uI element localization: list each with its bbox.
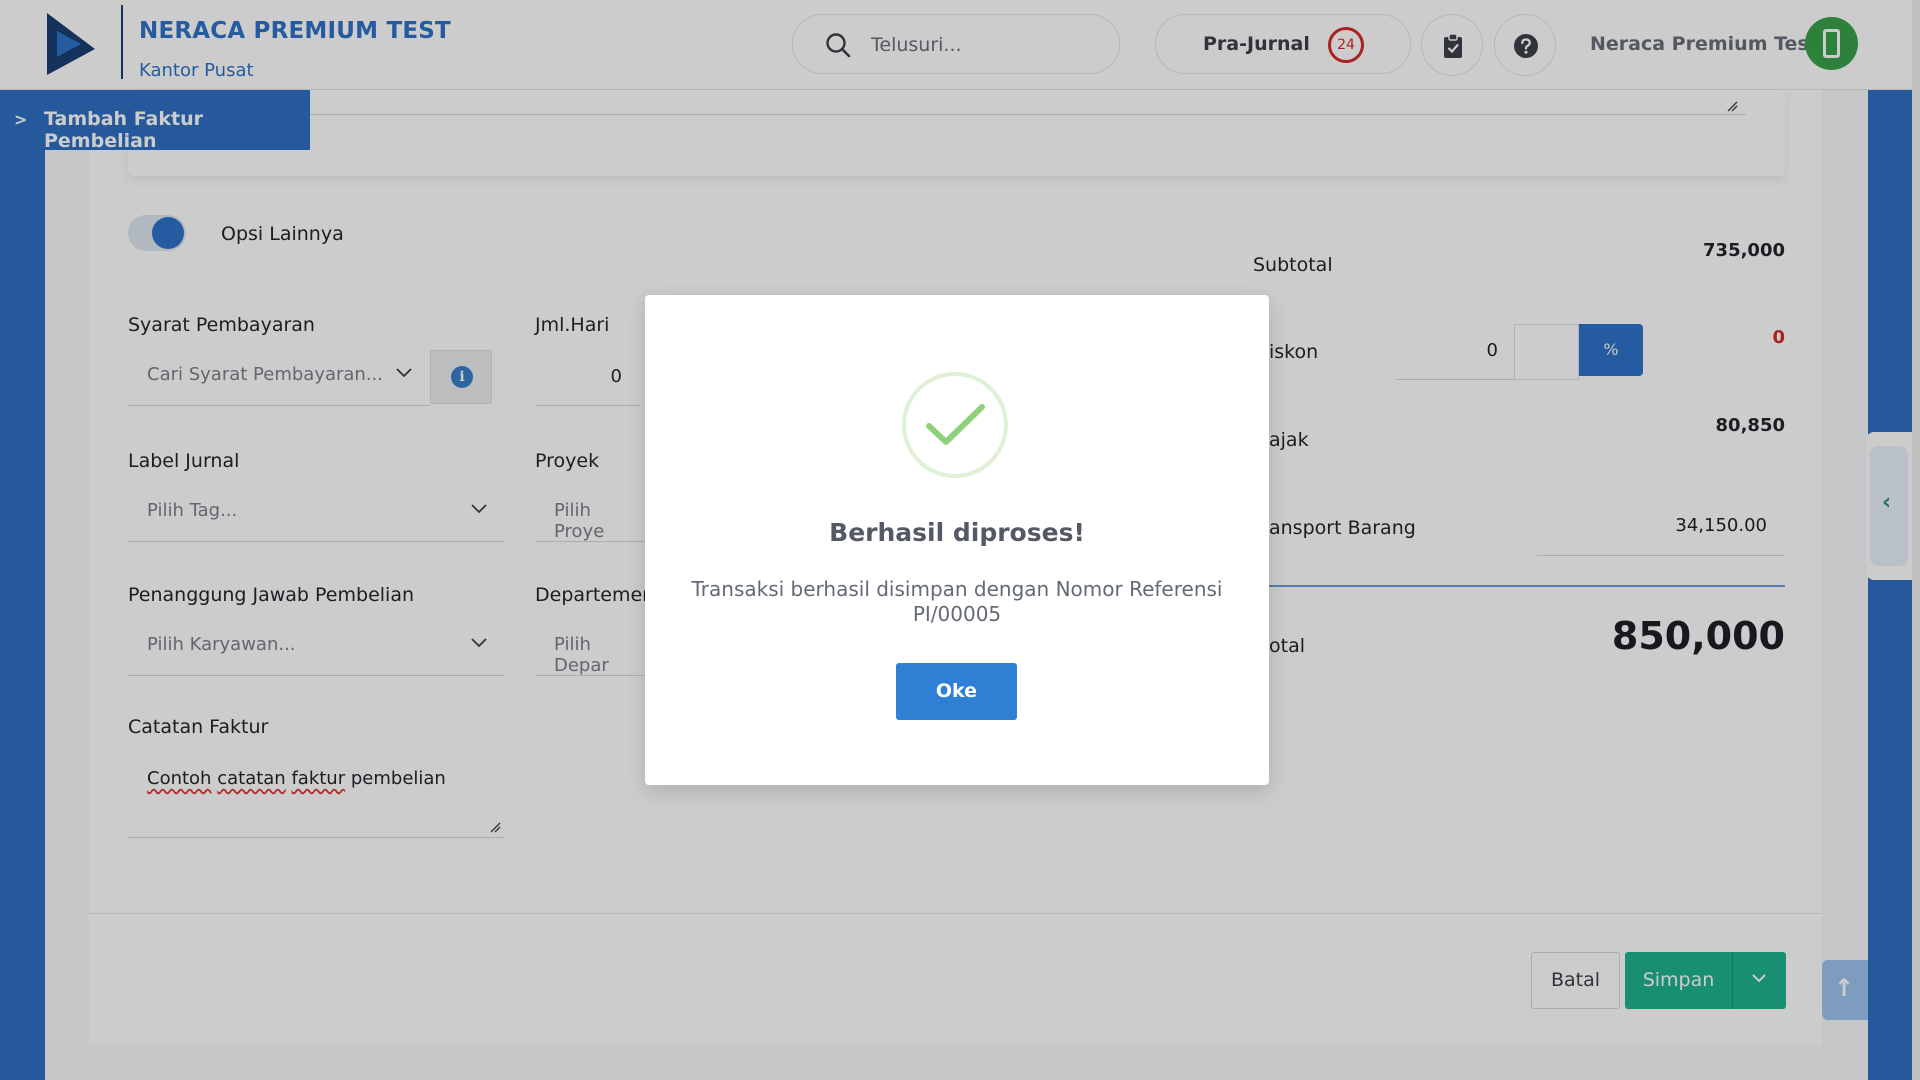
success-check-icon	[902, 372, 1008, 478]
ok-button[interactable]: Oke	[896, 663, 1017, 720]
dialog-message: Transaksi berhasil disimpan dengan Nomor…	[691, 577, 1223, 626]
dialog-title: Berhasil diproses!	[829, 518, 1085, 547]
success-dialog: Berhasil diproses! Transaksi berhasil di…	[645, 295, 1269, 785]
